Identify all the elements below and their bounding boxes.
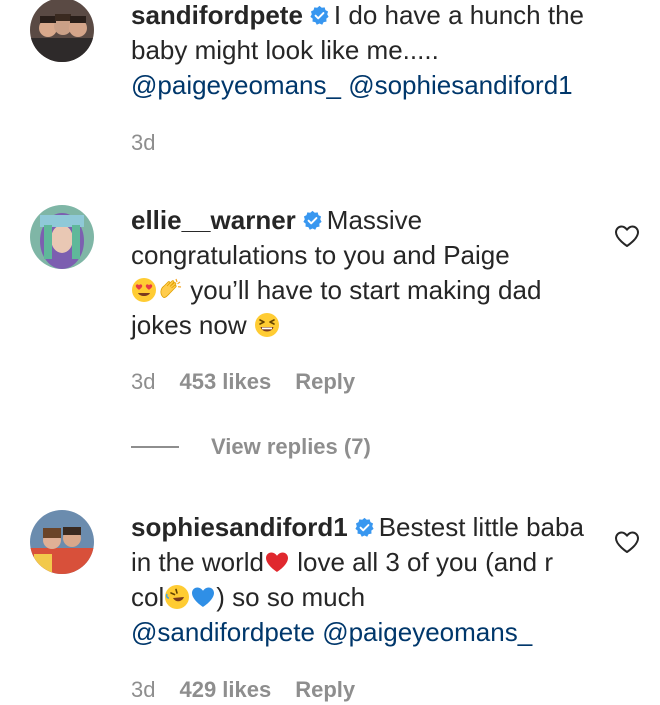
comment-text: ellie__warner Massive congratulations to … (131, 203, 591, 343)
reply-button[interactable]: Reply (295, 677, 355, 703)
username[interactable]: sophiesandiford1 (131, 512, 348, 542)
verified-badge-icon (302, 210, 323, 231)
view-replies-label: View replies (7) (211, 434, 371, 459)
replies-divider-line (131, 446, 179, 448)
mention-link[interactable]: @sandifordpete (131, 617, 315, 647)
timestamp[interactable]: 3d (131, 369, 155, 395)
mention-link[interactable]: @paigeyeomans_ (322, 617, 532, 647)
avatar[interactable] (30, 205, 94, 269)
username[interactable]: ellie__warner (131, 205, 296, 235)
clapping-hands-emoji-icon (157, 277, 183, 303)
mention-link[interactable]: @paigeyeomans_ (131, 70, 341, 100)
reply-button[interactable]: Reply (295, 369, 355, 395)
comment-message-end: ) so so much (216, 582, 366, 612)
comment-message-continued: you’ll have to start making dad jokes no… (131, 275, 542, 340)
blue-heart-emoji-icon (190, 584, 216, 610)
mention-link[interactable]: @sophiesandiford1 (348, 70, 572, 100)
grinning-squinting-emoji-icon (254, 312, 280, 338)
view-replies-toggle[interactable]: View replies (7) (131, 434, 371, 460)
heart-outline-icon[interactable] (614, 224, 640, 248)
avatar[interactable] (30, 510, 94, 574)
verified-badge-icon (354, 517, 375, 538)
heart-eyes-emoji-icon (131, 277, 157, 303)
comment-text: sophiesandiford1 Bestest little baba in t… (131, 510, 591, 650)
likes-count[interactable]: 429 likes (179, 677, 271, 703)
verified-badge-icon (309, 5, 330, 26)
timestamp[interactable]: 3d (131, 677, 155, 703)
comment-meta: 3d 453 likes Reply (131, 369, 355, 395)
timestamp[interactable]: 3d (131, 130, 155, 156)
avatar[interactable] (30, 0, 94, 62)
comment-text: sandifordpete I do have a hunch the baby … (131, 0, 591, 103)
heart-outline-icon[interactable] (614, 530, 640, 554)
rolling-on-floor-laughing-emoji-icon (164, 584, 190, 610)
comment-meta: 3d (131, 130, 155, 156)
likes-count[interactable]: 453 likes (179, 369, 271, 395)
comment-meta: 3d 429 likes Reply (131, 677, 355, 703)
red-heart-emoji-icon (264, 549, 290, 575)
username[interactable]: sandifordpete (131, 0, 303, 30)
